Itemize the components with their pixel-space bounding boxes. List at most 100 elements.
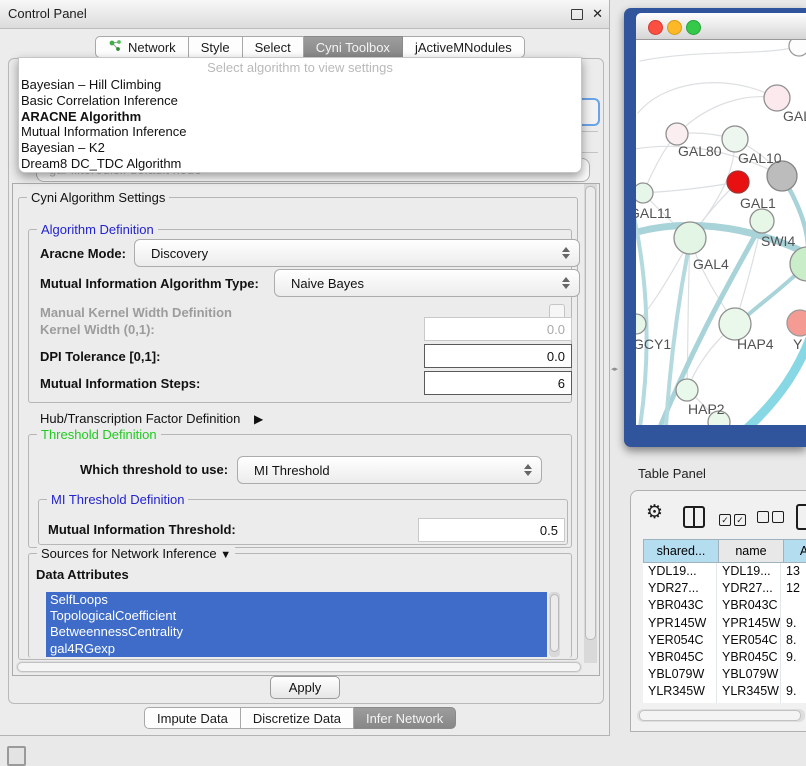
tab-style[interactable]: Style <box>189 36 243 58</box>
network-edge[interactable] <box>638 83 777 113</box>
network-node[interactable] <box>636 183 653 203</box>
network-node-label: GAL80 <box>678 143 722 159</box>
table-column-header[interactable]: A <box>784 539 806 563</box>
network-node-label: SWI4 <box>761 233 795 249</box>
table-row[interactable]: YBL079WYBL079W <box>643 666 806 683</box>
network-edge[interactable] <box>640 47 797 61</box>
tab-impute-data[interactable]: Impute Data <box>144 707 241 729</box>
tab-label: Network <box>128 40 176 55</box>
table-horizontal-scrollbar[interactable] <box>637 709 805 722</box>
split-pane-handle-icon[interactable]: ◂▸ <box>611 366 616 374</box>
tab-jactivemnodules[interactable]: jActiveMNodules <box>403 36 525 58</box>
dpi-tolerance-value: 0.0 <box>547 349 565 364</box>
table-cell: YIL052C <box>643 701 717 704</box>
settings-vertical-scrollbar[interactable] <box>584 184 597 663</box>
network-node[interactable] <box>789 40 806 56</box>
minimized-panel-icon[interactable] <box>7 746 26 766</box>
aracne-mode-combo[interactable]: Discovery <box>134 239 580 267</box>
table-cell: YDR27... <box>643 580 717 597</box>
network-node-label: GAL1 <box>740 195 776 211</box>
network-icon <box>108 39 128 56</box>
network-node-label: GAL <box>783 108 806 124</box>
deselect-all-checkbox-icon[interactable] <box>757 510 787 528</box>
network-node-label: GAL4 <box>693 256 729 272</box>
gear-icon[interactable]: ⚙ <box>646 503 663 523</box>
close-icon[interactable]: ✕ <box>592 5 603 23</box>
attribute-list-item[interactable]: BetweennessCentrality <box>46 624 547 640</box>
network-node-label: GAL10 <box>738 150 782 166</box>
attributes-list-scrollbar[interactable] <box>549 592 560 657</box>
table-row[interactable]: YER054CYER054C8. <box>643 632 806 649</box>
mi-type-combo[interactable]: Naive Bayes <box>274 269 580 297</box>
table-row[interactable]: YDR27...YDR27...12 <box>643 580 806 597</box>
settings-horizontal-scrollbar[interactable] <box>16 661 582 673</box>
table-row[interactable]: YBR045CYBR045C9. <box>643 649 806 666</box>
data-attributes-label: Data Attributes <box>36 567 129 582</box>
column-view-icon[interactable] <box>683 506 705 528</box>
table-cell: YER054C <box>643 632 717 649</box>
algorithm-popup-item[interactable]: Dream8 DC_TDC Algorithm <box>19 156 581 172</box>
algorithm-popup-item[interactable]: Bayesian – K2 <box>19 140 581 156</box>
zoom-light-icon[interactable] <box>686 20 701 35</box>
attribute-list-item[interactable]: SelfLoops <box>46 592 547 608</box>
table-panel-title: Table Panel <box>638 466 706 481</box>
network-window-titlebar[interactable] <box>636 13 806 40</box>
algorithm-popup-prompt: Select algorithm to view settings <box>19 58 581 77</box>
network-node[interactable] <box>727 171 749 193</box>
hub-definition-toggle[interactable]: Hub/Transcription Factor Definition ▶ <box>40 411 263 426</box>
combo-arrows-icon <box>562 246 570 260</box>
which-threshold-combo[interactable]: MI Threshold <box>237 456 542 484</box>
sources-group-title[interactable]: Sources for Network Inference ▼ <box>37 546 235 563</box>
control-panel-tabs: Network Style Select Cyni Toolbox jActiveMNo… <box>95 36 525 58</box>
network-node[interactable] <box>666 123 688 145</box>
which-threshold-value: MI Threshold <box>254 463 330 478</box>
network-node[interactable] <box>676 379 698 401</box>
table-cell: 12 <box>781 580 806 597</box>
chevron-down-icon: ▼ <box>220 549 231 561</box>
tab-label: Cyni Toolbox <box>316 40 390 55</box>
network-view-window: GALGAL80GAL10GAL1GAL11SWI4GAL4GCY1HAP4YH… <box>624 8 806 447</box>
attribute-list-item[interactable]: gal4RGexp <box>46 641 547 657</box>
table-header-row: shared...nameA <box>643 539 806 563</box>
algorithm-popup-item[interactable]: ARACNE Algorithm <box>19 109 581 125</box>
tab-network[interactable]: Network <box>95 36 189 58</box>
kernel-width-input[interactable]: 0.0 <box>424 317 572 341</box>
table-row[interactable]: YLR345WYLR345W9. <box>643 683 806 700</box>
table-row[interactable]: YBR043CYBR043C <box>643 597 806 614</box>
table-column-header[interactable]: name <box>719 539 784 563</box>
close-light-icon[interactable] <box>648 20 663 35</box>
network-node-label: HAP4 <box>737 336 774 352</box>
function-builder-icon[interactable] <box>796 504 806 530</box>
table-row[interactable]: YPR145WYPR145W9. <box>643 615 806 632</box>
table-cell: YBR045C <box>643 649 717 666</box>
network-node[interactable] <box>750 209 774 233</box>
table-cell: 8. <box>781 701 806 704</box>
attribute-list-item[interactable]: TopologicalCoefficient <box>46 608 547 624</box>
minimize-light-icon[interactable] <box>667 20 682 35</box>
network-node[interactable] <box>787 310 806 336</box>
mi-threshold-input[interactable]: 0.5 <box>418 518 565 542</box>
table-cell: 9. <box>781 649 806 666</box>
mi-steps-input[interactable]: 6 <box>424 371 572 395</box>
control-panel-window: Control Panel ✕ NetworkStyleSelectCyni T… <box>0 0 610 736</box>
network-canvas[interactable]: GALGAL80GAL10GAL1GAL11SWI4GAL4GCY1HAP4YH… <box>636 40 806 425</box>
tab-discretize-data[interactable]: Discretize Data <box>241 707 354 729</box>
apply-button[interactable]: Apply <box>270 676 340 699</box>
table-cell <box>781 666 806 683</box>
tab-select[interactable]: Select <box>243 36 304 58</box>
tab-infer-network[interactable]: Infer Network <box>354 707 456 729</box>
float-window-icon[interactable] <box>571 9 583 20</box>
tab-label: Style <box>201 40 230 55</box>
network-node[interactable] <box>674 222 706 254</box>
algorithm-popup-item[interactable]: Basic Correlation Inference <box>19 93 581 109</box>
select-all-checkbox-icon[interactable]: ✓✓ <box>719 510 749 528</box>
network-node[interactable] <box>722 126 748 152</box>
algorithm-popup-item[interactable]: Bayesian – Hill Climbing <box>19 77 581 93</box>
table-row[interactable]: YIL052CYIL052C8. <box>643 701 806 704</box>
algorithm-popup-item[interactable]: Mutual Information Inference <box>19 124 581 140</box>
table-cell: YBL079W <box>717 666 781 683</box>
table-column-header[interactable]: shared... <box>643 539 719 563</box>
dpi-tolerance-input[interactable]: 0.0 <box>424 344 572 368</box>
table-row[interactable]: YDL19...YDL19...13 <box>643 563 806 580</box>
tab-cyni-toolbox[interactable]: Cyni Toolbox <box>304 36 403 58</box>
